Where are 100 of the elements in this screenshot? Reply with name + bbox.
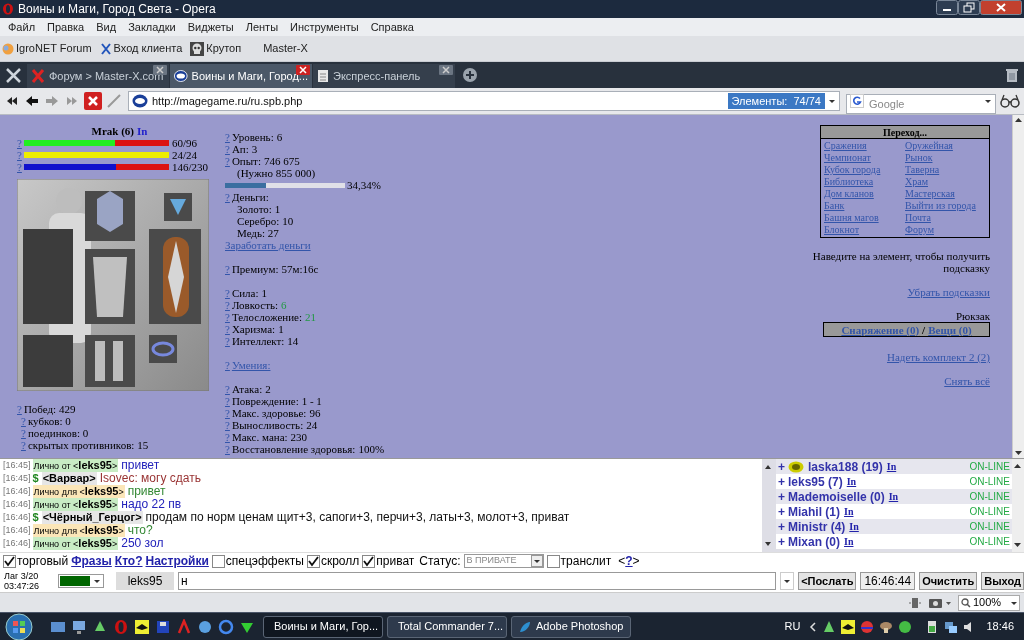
new-tab-icon[interactable] — [462, 67, 478, 83]
floppy-icon[interactable] — [155, 618, 171, 635]
globe-icon[interactable] — [197, 618, 213, 635]
checkbox[interactable]: транслит — [546, 552, 612, 570]
help-text: <?> — [618, 553, 640, 570]
checkbox-box-icon[interactable] — [362, 554, 376, 568]
checkbox-box-icon[interactable] — [3, 554, 16, 568]
stat-label: Опыт: — [231, 155, 261, 167]
user-row[interactable]: + Miahil (1) In ON-LINE — [776, 504, 1012, 519]
user-row[interactable]: + Mixan (0) In ON-LINE — [776, 534, 1012, 549]
option-link[interactable]: Кто? — [114, 552, 143, 570]
panel-title: Переход... — [821, 126, 989, 139]
browser-tab[interactable]: Экспресс-панель — [313, 64, 455, 88]
user-status-link[interactable]: In — [849, 519, 859, 534]
trash-icon[interactable] — [1006, 68, 1018, 82]
stat-label: Выносливость: — [231, 419, 304, 431]
status-select[interactable]: В ПРИВАТЕ — [463, 554, 544, 568]
back-icon[interactable] — [24, 93, 40, 109]
user-row[interactable]: + laska188 (19) In ON-LINE — [776, 459, 1012, 474]
message-text: продам по норм ценам щит+3, сапоги+3, перчи+3, латы+3, молот+3, приват — [145, 511, 570, 524]
menu-item[interactable]: Вид — [90, 18, 123, 36]
status-label: Статус: — [419, 553, 461, 570]
start-button[interactable] — [4, 612, 34, 640]
menu-item[interactable]: Закладки — [122, 18, 182, 36]
user-row[interactable]: + Ministr (4) In ON-LINE — [776, 519, 1012, 534]
color-select[interactable] — [58, 573, 104, 588]
minimize-button[interactable] — [936, 0, 958, 15]
menu-item[interactable]: Инструменты — [284, 18, 365, 36]
user-status-link[interactable]: In — [886, 459, 897, 474]
network-icon[interactable] — [944, 619, 959, 634]
camera-icon[interactable] — [928, 596, 952, 609]
monitor-icon[interactable] — [71, 618, 87, 635]
message-time: [16:46] — [3, 524, 31, 537]
user-row[interactable]: + leks95 (7) In ON-LINE — [776, 474, 1012, 489]
stat-label: Ловкость: — [231, 299, 279, 311]
option-link[interactable]: Настройки — [145, 552, 209, 570]
glasses-icon[interactable] — [1000, 94, 1020, 108]
bookmark-link[interactable]: Вход клиента — [99, 40, 185, 57]
taskbar-button[interactable]: Total Commander 7... — [387, 615, 507, 638]
stat-label: Сила: — [231, 287, 259, 299]
scrollbar[interactable] — [1012, 459, 1024, 552]
checkbox[interactable]: спецэффекты — [211, 552, 304, 570]
chat-button[interactable]: Очистить — [919, 571, 978, 590]
chat-button[interactable]: Выход — [981, 571, 1024, 590]
menu-item[interactable]: Файл — [2, 18, 42, 36]
status-link[interactable]: In — [137, 125, 148, 137]
checkbox-box-icon[interactable] — [546, 554, 560, 568]
user-status-link[interactable]: In — [846, 474, 857, 489]
message-input[interactable]: н — [178, 571, 777, 590]
speaker-icon[interactable] — [963, 619, 974, 634]
bookmark-link[interactable]: Master-X — [249, 40, 308, 57]
language-indicator[interactable]: RU — [784, 618, 801, 635]
ball-icon[interactable] — [860, 619, 875, 634]
checkbox[interactable]: скролл — [306, 552, 360, 570]
bookmark-link[interactable]: IgroNET Forum — [2, 40, 94, 57]
search-icon — [961, 597, 971, 608]
address-field[interactable]: http://magegame.ru/ru.spb.php Элементы: 74/74 — [128, 91, 840, 111]
user-row[interactable]: + Mademoiselle (0) In ON-LINE — [776, 489, 1012, 504]
user-status-link[interactable]: In — [888, 489, 899, 504]
checkbox-box-icon[interactable] — [211, 554, 225, 568]
stat-label: Ап: — [231, 143, 249, 155]
browser-tab[interactable]: Воины и Маги, Город... — [170, 64, 312, 88]
chevron-left-icon[interactable] — [809, 621, 818, 632]
online-status: ON-LINE — [969, 490, 1010, 504]
private-tag: Лично от <leks95> — [32, 459, 119, 472]
menu-item[interactable]: Справка — [364, 18, 420, 36]
checkbox-box-icon[interactable] — [306, 554, 320, 568]
checkbox[interactable]: приват — [362, 552, 415, 570]
search-field[interactable]: Google — [846, 94, 996, 114]
message-time: [16:45] — [3, 472, 31, 485]
menu-item[interactable]: Правка — [41, 18, 91, 36]
user-status-link[interactable]: In — [844, 534, 854, 549]
user-status-link[interactable]: In — [844, 504, 854, 519]
mushroom-icon[interactable] — [879, 619, 894, 634]
send-button[interactable]: <Послать — [798, 571, 857, 590]
message-text: Isovec: могу сдать — [99, 472, 201, 485]
trade-mark: $ — [32, 472, 39, 485]
checkbox[interactable]: торговый — [3, 552, 69, 570]
taskbar-button[interactable]: Воины и Маги, Гор... — [263, 615, 383, 638]
menu-item[interactable]: Виджеты — [181, 18, 240, 36]
restore-button[interactable] — [958, 0, 980, 15]
option-link[interactable]: Фразы — [71, 552, 112, 570]
message-time: [16:46] — [3, 498, 31, 511]
character-name: Mrak (6) — [91, 125, 135, 137]
stat-value: 21 — [305, 311, 316, 323]
uptime-text: 03:47:26 — [4, 580, 41, 591]
bookmark-link[interactable]: Крутоп — [190, 40, 244, 57]
stop-icon[interactable] — [84, 92, 102, 110]
dropdown-button[interactable] — [780, 571, 795, 590]
panel-icon[interactable] — [908, 596, 922, 609]
scrollbar[interactable] — [1012, 115, 1024, 458]
opera-icon[interactable] — [113, 618, 129, 635]
zoom-field[interactable]: 100% — [958, 594, 1020, 611]
browser-tab[interactable]: Форум > Master-X.com — [27, 64, 169, 88]
taskbar-button[interactable]: Adobe Photoshop — [511, 615, 631, 638]
close-button[interactable] — [980, 0, 1022, 15]
trade-mark: $ — [32, 511, 39, 524]
close-tab-icon[interactable] — [439, 65, 453, 75]
menu-item[interactable]: Ленты — [239, 18, 285, 36]
sender-name: <Чёрный_Герцог> — [41, 511, 143, 524]
